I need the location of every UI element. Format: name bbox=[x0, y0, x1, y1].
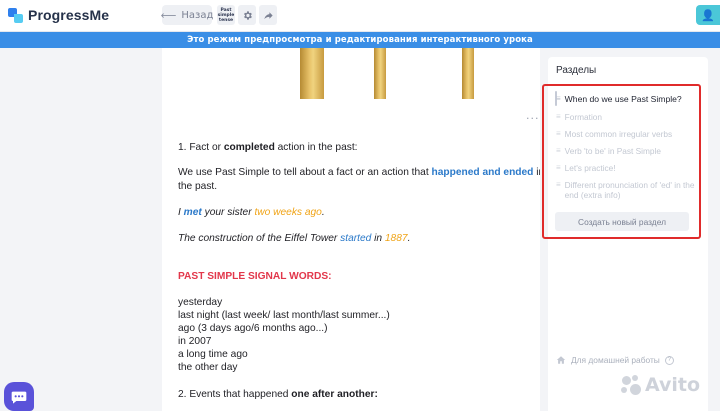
rule-heading-1-suffix: action in the past: bbox=[274, 142, 358, 153]
section-item-label: Verb 'to be' in Past Simple bbox=[564, 146, 662, 156]
drag-handle-icon[interactable]: ≡ bbox=[556, 146, 561, 156]
settings-button[interactable] bbox=[238, 5, 256, 25]
example-sentence-1: I met your sister two weeks ago. bbox=[178, 206, 325, 219]
app-logo[interactable]: ProgressMe bbox=[8, 7, 109, 23]
lesson-thumb-line: simple bbox=[217, 12, 235, 18]
more-options-icon[interactable]: ··· bbox=[526, 112, 540, 125]
gear-icon bbox=[243, 10, 252, 20]
rule-paragraph-line: the past. bbox=[178, 181, 218, 192]
rule-heading-2-bold: one after another: bbox=[291, 389, 378, 400]
homework-toggle[interactable]: Для домашней работы ? bbox=[556, 355, 674, 365]
signal-word: ago (3 days ago/6 months ago...) bbox=[178, 323, 328, 334]
signal-word: last night (last week/ last month/last s… bbox=[178, 310, 390, 321]
help-icon[interactable]: ? bbox=[664, 355, 674, 365]
house-icon bbox=[556, 356, 566, 364]
section-item-label: Most common irregular verbs bbox=[564, 129, 673, 139]
pillar-image bbox=[300, 48, 324, 99]
share-arrow-icon bbox=[263, 11, 273, 19]
logo-text: ProgressMe bbox=[28, 7, 110, 23]
example-time-marker: two weeks ago bbox=[254, 207, 322, 218]
section-item-label: Different pronunciation of 'ed' in the e… bbox=[564, 180, 695, 200]
lesson-thumb-line: Past bbox=[220, 7, 232, 13]
example-verb: met bbox=[183, 207, 202, 218]
section-item-irregular-verbs[interactable]: ≡ Most common irregular verbs bbox=[556, 129, 696, 139]
signal-word: in 2007 bbox=[178, 336, 212, 347]
support-chat-button[interactable] bbox=[4, 382, 34, 411]
drag-handle-icon[interactable]: ≡ bbox=[556, 180, 561, 200]
section-item-label: When do we use Past Simple? bbox=[564, 94, 682, 104]
example-verb: started bbox=[340, 233, 372, 244]
preview-mode-banner: Это режим предпросмотра и редактирования… bbox=[0, 32, 720, 48]
rule-paragraph-line: We use Past Simple to tell about a fact … bbox=[178, 166, 540, 179]
add-student-button[interactable]: 👤 bbox=[696, 5, 720, 25]
section-item-formation[interactable]: ≡ Formation bbox=[556, 112, 696, 122]
section-item-label: Formation bbox=[564, 112, 603, 122]
sections-panel: Разделы ≡ When do we use Past Simple? ≡ Fo… bbox=[542, 57, 708, 411]
example-sentence-2: The construction of the Eiffel Tower sta… bbox=[178, 232, 410, 245]
avito-dots-icon bbox=[620, 374, 642, 396]
signal-word: the other day bbox=[178, 362, 238, 373]
sections-panel-title: Разделы bbox=[556, 65, 597, 76]
create-section-button[interactable]: Создать новый раздел bbox=[555, 212, 689, 231]
example-word: . bbox=[407, 233, 411, 244]
example-word: in bbox=[371, 233, 385, 244]
lesson-thumbnail[interactable]: Past simple tense bbox=[217, 5, 235, 25]
rule-paragraph-text: We use Past Simple to tell about a fact … bbox=[178, 167, 432, 178]
section-item-when-to-use[interactable]: ≡ When do we use Past Simple? bbox=[556, 94, 696, 104]
share-button[interactable] bbox=[259, 5, 277, 25]
drag-handle-icon[interactable]: ≡ bbox=[556, 163, 561, 173]
section-item-verb-to-be[interactable]: ≡ Verb 'to be' in Past Simple bbox=[556, 146, 696, 156]
signal-words-heading: PAST SIMPLE SIGNAL WORDS: bbox=[178, 271, 332, 282]
section-item-practice[interactable]: ≡ Let's practice! bbox=[556, 163, 696, 173]
rule-heading-2: 2. Events that happened one after anothe… bbox=[178, 388, 378, 401]
section-item-pronunciation[interactable]: ≡ Different pronunciation of 'ed' in the … bbox=[556, 180, 696, 200]
section-item-label: Let's practice! bbox=[564, 163, 616, 173]
lesson-thumb-line: tense bbox=[218, 17, 234, 23]
rule-heading-2-prefix: 2. Events that happened bbox=[178, 389, 292, 400]
chat-bubble-icon bbox=[11, 391, 27, 404]
pillar-image bbox=[374, 48, 386, 99]
example-word: The construction of the Eiffel Tower bbox=[178, 233, 341, 244]
avito-watermark: Avito bbox=[620, 374, 700, 396]
drag-handle-icon[interactable]: ≡ bbox=[556, 112, 561, 122]
user-plus-icon: 👤 bbox=[701, 8, 715, 22]
rule-heading-1-prefix: 1. Fact or bbox=[178, 142, 224, 153]
back-button-label: Назад bbox=[181, 9, 214, 21]
back-button[interactable]: ⟵ Назад bbox=[160, 5, 214, 25]
rule-heading-1-bold: completed bbox=[223, 142, 275, 153]
rule-heading-1: 1. Fact or completed action in the past: bbox=[178, 141, 358, 154]
homework-label: Для домашней работы bbox=[571, 355, 660, 365]
lesson-content-page: ··· 1. Fact or completed action in the p… bbox=[162, 48, 540, 411]
top-header: ProgressMe ⟵ Назад Past simple tense 👤 bbox=[0, 0, 720, 32]
rule-paragraph-text: in bbox=[536, 167, 540, 178]
pillar-image bbox=[462, 48, 474, 99]
arrow-left-icon: ⟵ bbox=[160, 8, 177, 22]
watermark-text: Avito bbox=[645, 374, 701, 396]
progressme-logo-icon bbox=[8, 7, 23, 23]
example-word: . bbox=[321, 207, 325, 218]
drag-handle-icon[interactable]: ≡ bbox=[556, 129, 561, 139]
example-word: your sister bbox=[201, 207, 255, 218]
banner-text: Это режим предпросмотра и редактирования… bbox=[187, 35, 533, 45]
drag-handle-icon[interactable]: ≡ bbox=[556, 94, 561, 104]
signal-word: yesterday bbox=[178, 297, 223, 308]
signal-word: a long time ago bbox=[178, 349, 248, 360]
example-time-marker: 1887 bbox=[384, 233, 408, 244]
rule-paragraph-highlight: happened and ended bbox=[431, 167, 534, 178]
